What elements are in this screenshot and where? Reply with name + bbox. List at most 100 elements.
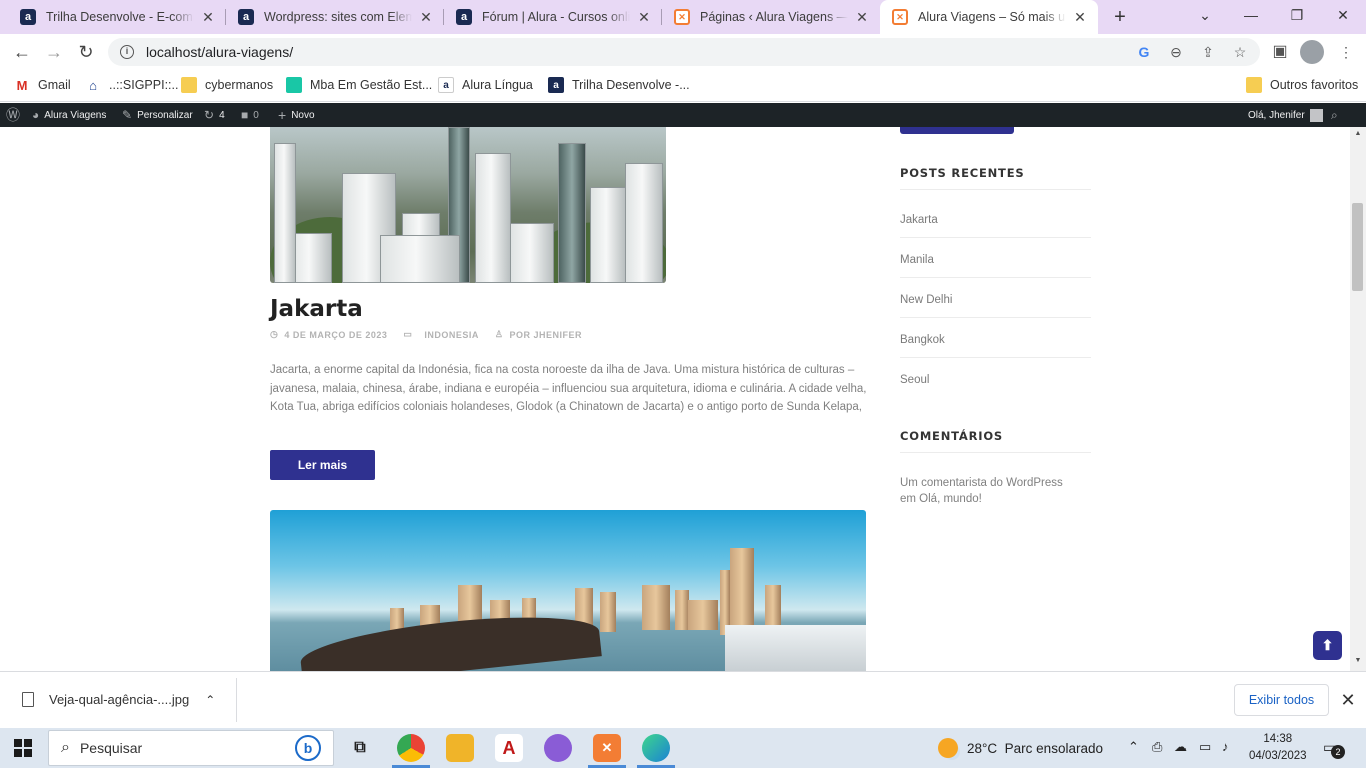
back-button[interactable]: ← xyxy=(10,40,34,64)
tray-chevron-icon[interactable]: ⌃ xyxy=(1128,739,1139,755)
wp-account[interactable]: Olá, Jhenifer xyxy=(1248,103,1323,127)
volume-icon[interactable]: ♪ xyxy=(1222,739,1229,754)
page-content: Jakarta ◷ 4 DE MARÇO DE 2023 ▭ INDONESIA… xyxy=(0,127,1350,671)
side-panel-icon[interactable]: ▣ xyxy=(1270,42,1290,62)
bookmark-cybermanos[interactable]: cybermanos xyxy=(181,77,273,93)
alura-icon: a xyxy=(438,77,454,93)
bing-icon[interactable]: b xyxy=(295,735,321,761)
comment-post-link[interactable]: em Olá, mundo! xyxy=(900,493,982,505)
minimize-button[interactable]: — xyxy=(1228,0,1274,30)
taskbar: ⌕ Pesquisar b ⧉ A ✕ 28°C Parc ensolarado… xyxy=(0,728,1366,768)
sidebar-search-button[interactable] xyxy=(900,127,1014,134)
wp-new[interactable]: + Novo xyxy=(278,103,315,127)
menu-icon[interactable]: ⋮ xyxy=(1336,42,1356,62)
chrome-icon[interactable] xyxy=(397,734,425,762)
windows-start-icon[interactable] xyxy=(14,739,32,757)
bookmark-star-icon[interactable]: ☆ xyxy=(1230,42,1250,62)
close-window-button[interactable]: ✕ xyxy=(1320,0,1366,30)
wp-site-name[interactable]: ◕ Alura Viagens xyxy=(32,103,106,127)
folder-icon xyxy=(181,77,197,93)
comment-author-link[interactable]: Um comentarista do WordPress xyxy=(900,477,1063,489)
close-tab-icon[interactable]: ✕ xyxy=(418,9,434,26)
app-icon[interactable] xyxy=(544,734,572,762)
dashboard-icon: ◕ xyxy=(32,108,40,122)
weather-icon xyxy=(938,738,958,758)
post-category[interactable]: INDONESIA xyxy=(424,330,479,340)
profile-avatar[interactable] xyxy=(1300,40,1324,64)
post-featured-image-manila[interactable] xyxy=(270,510,866,671)
recent-post-link[interactable]: Jakarta xyxy=(900,214,938,226)
tab-wordpress[interactable]: a Wordpress: sites com Elementor ✕ xyxy=(226,0,444,34)
tab-paginas[interactable]: ✕ Páginas ‹ Alura Viagens — WordPress ✕ xyxy=(662,0,880,34)
alura-icon: a xyxy=(20,9,36,25)
task-view-icon[interactable]: ⧉ xyxy=(346,734,374,762)
weather-widget[interactable]: 28°C Parc ensolarado xyxy=(938,738,1103,758)
bookmark-sigppi[interactable]: ⌂ ..::SIGPPI::.. xyxy=(85,77,178,93)
scroll-up-arrow-icon[interactable]: ▲ xyxy=(1350,130,1366,137)
edge-icon[interactable] xyxy=(642,734,670,762)
onedrive-icon[interactable]: ☁ xyxy=(1174,739,1187,755)
wp-comments[interactable]: ■ 0 xyxy=(241,103,259,127)
notifications-icon[interactable]: ▭ 2 xyxy=(1323,739,1345,759)
scrollbar-thumb[interactable] xyxy=(1352,203,1363,291)
bookmarks-bar: M Gmail ⌂ ..::SIGPPI::.. cybermanos Mba … xyxy=(0,70,1366,102)
google-lens-icon[interactable]: G xyxy=(1134,42,1154,62)
wp-search-icon[interactable]: ⌕ xyxy=(1331,103,1343,127)
wp-updates[interactable]: ↻ 4 xyxy=(204,103,225,127)
chevron-up-icon[interactable]: ⌃ xyxy=(205,693,215,707)
tab-trilha[interactable]: a Trilha Desenvolve - E-commerce ✕ xyxy=(8,0,226,34)
recent-post-link[interactable]: New Delhi xyxy=(900,294,952,306)
tab-strip: a Trilha Desenvolve - E-commerce ✕ a Wor… xyxy=(0,0,1366,34)
mba-icon xyxy=(286,77,302,93)
tab-title: Páginas ‹ Alura Viagens — WordPress xyxy=(700,10,848,24)
wp-customize[interactable]: ✎ Personalizar xyxy=(122,103,193,127)
post-title[interactable]: Jakarta xyxy=(270,296,363,322)
bookmark-mba[interactable]: Mba Em Gestão Est... xyxy=(286,77,432,93)
close-download-bar-icon[interactable]: ✕ xyxy=(1338,690,1358,710)
forward-button[interactable]: → xyxy=(42,40,66,64)
new-tab-button[interactable]: + xyxy=(1108,5,1132,29)
site-info-icon[interactable]: i xyxy=(120,45,134,59)
xampp-icon: ✕ xyxy=(674,9,690,25)
close-tab-icon[interactable]: ✕ xyxy=(200,9,216,26)
post-excerpt: Jacarta, a enorme capital da Indonésia, … xyxy=(270,364,867,413)
download-bar: Veja-qual-agência-....jpg ⌃ Exibir todos… xyxy=(0,671,1366,728)
file-explorer-icon[interactable] xyxy=(446,734,474,762)
download-item[interactable]: Veja-qual-agência-....jpg ⌃ xyxy=(22,692,215,707)
taskbar-search[interactable]: ⌕ Pesquisar b xyxy=(48,730,334,766)
xampp-icon[interactable]: ✕ xyxy=(593,734,621,762)
share-icon[interactable]: ⇪ xyxy=(1198,42,1218,62)
acrobat-icon[interactable]: A xyxy=(495,734,523,762)
post-featured-image-jakarta[interactable] xyxy=(270,127,666,283)
reload-button[interactable]: ↻ xyxy=(74,40,98,64)
network-icon[interactable]: ▭ xyxy=(1199,739,1211,755)
recent-post-link[interactable]: Manila xyxy=(900,254,934,266)
show-all-downloads-button[interactable]: Exibir todos xyxy=(1234,684,1329,716)
scroll-down-arrow-icon[interactable]: ▼ xyxy=(1350,657,1366,664)
url-text[interactable]: localhost/alura-viagens/ xyxy=(146,44,293,60)
tab-forum[interactable]: a Fórum | Alura - Cursos online ✕ xyxy=(444,0,662,34)
zoom-icon[interactable]: ⊖ xyxy=(1166,42,1186,62)
bookmark-gmail[interactable]: M Gmail xyxy=(14,77,71,93)
bookmark-alura-lingua[interactable]: a Alura Língua xyxy=(438,77,533,93)
bookmark-trilha[interactable]: a Trilha Desenvolve -... xyxy=(548,77,690,93)
scroll-to-top-button[interactable]: ⬆ xyxy=(1313,631,1342,660)
system-clock[interactable]: 14:38 04/03/2023 xyxy=(1249,731,1307,765)
close-tab-icon[interactable]: ✕ xyxy=(854,9,870,26)
meet-icon[interactable]: ⎙ xyxy=(1152,739,1162,755)
close-tab-icon[interactable]: ✕ xyxy=(636,9,652,26)
tab-alura-viagens[interactable]: ✕ Alura Viagens – Só mais um site ✕ xyxy=(880,0,1098,34)
post-author[interactable]: POR JHENIFER xyxy=(510,330,583,340)
recent-post-link[interactable]: Bangkok xyxy=(900,334,945,346)
recent-posts-title: POSTS RECENTES xyxy=(900,166,1025,180)
user-avatar xyxy=(1309,108,1323,122)
restore-button[interactable]: ❐ xyxy=(1274,0,1320,30)
page-scrollbar[interactable]: ▲ ▼ xyxy=(1350,127,1366,671)
bookmark-other[interactable]: Outros favoritos xyxy=(1236,77,1358,93)
wp-logo-icon[interactable]: Ⓦ xyxy=(6,103,25,127)
close-tab-icon[interactable]: ✕ xyxy=(1072,9,1088,26)
recent-post-link[interactable]: Seoul xyxy=(900,374,929,386)
omnibox[interactable]: i localhost/alura-viagens/ xyxy=(108,38,1260,66)
tab-search-icon[interactable]: ⌄ xyxy=(1182,0,1228,30)
read-more-button[interactable]: Ler mais xyxy=(270,450,375,480)
